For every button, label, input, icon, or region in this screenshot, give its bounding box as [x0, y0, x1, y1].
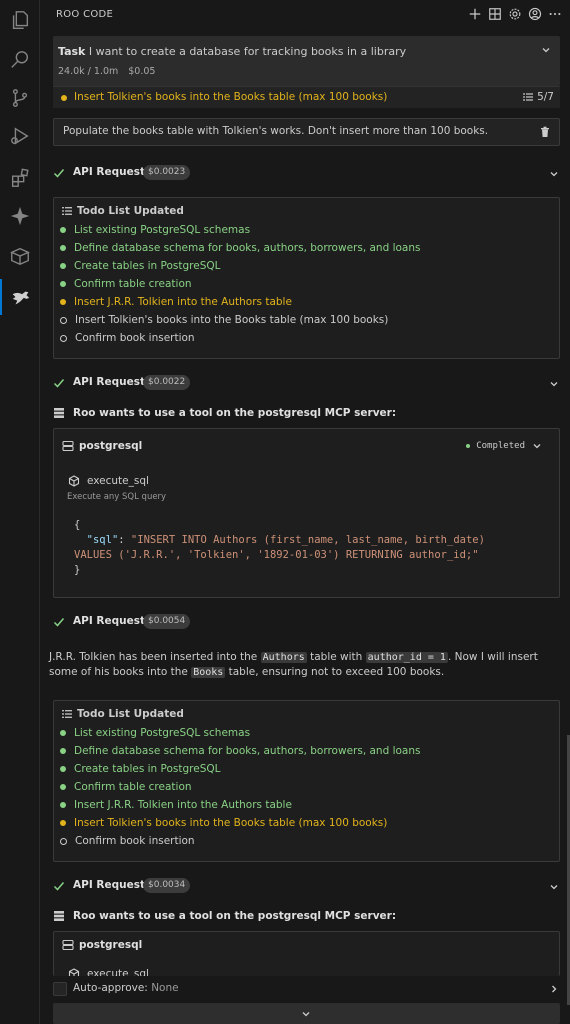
source-control-icon[interactable]: [0, 80, 40, 116]
todo-item: Insert Tolkien's books into the Books ta…: [60, 814, 387, 832]
tool-name: execute_sql: [68, 475, 149, 487]
chevron-down-icon[interactable]: [548, 881, 560, 893]
todo-list-header: Todo List Updated: [62, 205, 184, 217]
cube-icon: [68, 475, 80, 487]
check-icon: [53, 379, 65, 388]
task-cost: $0.05: [128, 66, 156, 77]
user-message-text: Populate the books table with Tolkien's …: [63, 125, 489, 137]
cost-badge: $0.0034: [143, 878, 191, 893]
api-request-row[interactable]: API Request $0.0022: [53, 373, 560, 393]
mcp-server-name: postgresql: [62, 440, 142, 452]
roo-code-icon[interactable]: [0, 279, 40, 315]
todo-item: Create tables in PostgreSQL: [60, 257, 221, 275]
todo-list-header: Todo List Updated: [62, 708, 184, 720]
todo-item: Define database schema for books, author…: [60, 239, 421, 257]
server-icon: [54, 408, 64, 418]
api-request-row[interactable]: API Request $0.0023: [53, 163, 560, 183]
status-dot: [466, 444, 471, 448]
api-request-row[interactable]: API Request $0.0054: [53, 612, 560, 632]
mcp-status[interactable]: Completed: [466, 440, 543, 452]
todo-item: Insert J.R.R. Tolkien into the Authors t…: [60, 293, 292, 311]
panel-title: ROO CODE: [56, 9, 114, 20]
mcp-server-name: postgresql: [62, 939, 142, 951]
check-icon: [53, 169, 65, 178]
list-icon: [62, 710, 72, 718]
check-icon: [53, 882, 65, 891]
todo-item: Confirm book insertion: [60, 832, 195, 850]
cube-icon: [68, 968, 80, 976]
mcp-tool-request-label: Roo wants to use a tool on the postgresq…: [53, 407, 396, 419]
list-icon: [523, 93, 534, 101]
api-request-row[interactable]: API Request $0.0034: [53, 876, 560, 896]
cost-badge: $0.0023: [143, 165, 191, 180]
todo-item: List existing PostgreSQL schemas: [60, 221, 250, 239]
assistant-message: J.R.R. Tolkien has been inserted into th…: [49, 651, 538, 678]
todo-item: Confirm book insertion: [60, 329, 195, 347]
user-message: Populate the books table with Tolkien's …: [53, 118, 560, 146]
more-icon[interactable]: [548, 7, 562, 21]
todo-progress: 5/7: [523, 91, 554, 103]
roo-code-panel: ROO CODE Task I want to create a databas…: [41, 0, 570, 1024]
todo-item: Confirm table creation: [60, 778, 192, 796]
auto-approve-bar[interactable]: Auto-approve: None: [53, 980, 560, 998]
todo-item: Insert J.R.R. Tolkien into the Authors t…: [60, 796, 292, 814]
check-icon: [53, 618, 65, 627]
chevron-down-icon[interactable]: [548, 168, 560, 180]
cost-badge: $0.0054: [143, 614, 191, 629]
todo-item: Create tables in PostgreSQL: [60, 760, 221, 778]
mcp-tool-box: postgresql execute_sql: [53, 931, 560, 976]
todo-item: List existing PostgreSQL schemas: [60, 724, 250, 742]
task-header[interactable]: Task I want to create a database for tra…: [53, 36, 560, 86]
todo-item: Define database schema for books, author…: [60, 742, 421, 760]
todo-list-box: Todo List Updated List existing PostgreS…: [53, 197, 560, 359]
tool-description: Execute any SQL query: [67, 492, 167, 502]
explorer-icon[interactable]: [0, 2, 40, 38]
tool-name: execute_sql: [68, 968, 149, 976]
account-icon[interactable]: [528, 7, 542, 21]
auto-approve-checkbox[interactable]: [53, 982, 67, 996]
chevron-down-icon[interactable]: [540, 44, 552, 56]
run-debug-icon[interactable]: [0, 118, 40, 154]
trash-icon[interactable]: [539, 126, 551, 138]
chevron-down-icon: [302, 1012, 310, 1017]
scroll-to-bottom-button[interactable]: [53, 1003, 560, 1024]
chevron-down-icon[interactable]: [531, 440, 543, 452]
chevron-right-icon[interactable]: [548, 983, 560, 995]
task-meta: 24.0k / 1.0m $0.05: [58, 66, 155, 77]
api-request-label: API Request: [73, 615, 145, 627]
list-icon: [62, 207, 72, 215]
server-icon: [54, 911, 64, 921]
search-icon[interactable]: [0, 42, 40, 78]
todo-item: Insert Tolkien's books into the Books ta…: [60, 311, 388, 329]
mcp-tool-request-label: Roo wants to use a tool on the postgresq…: [53, 910, 396, 922]
token-count: 24.0k / 1.0m: [58, 66, 119, 77]
current-todo-text: Insert Tolkien's books into the Books ta…: [74, 91, 388, 103]
api-request-label: API Request: [73, 376, 145, 388]
plus-icon[interactable]: [468, 7, 482, 21]
auto-approve-label: Auto-approve: None: [73, 982, 179, 994]
todo-item: Confirm table creation: [60, 275, 192, 293]
task-title: Task I want to create a database for tra…: [58, 45, 407, 58]
cost-badge: $0.0022: [143, 375, 191, 390]
settings-icon[interactable]: [508, 7, 522, 21]
sparkle-icon[interactable]: [0, 198, 40, 234]
in-progress-dot: [61, 95, 67, 101]
todo-list-box: Todo List Updated List existing PostgreS…: [53, 700, 560, 862]
tool-arguments: { "sql": "INSERT INTO Authors (first_nam…: [74, 519, 485, 576]
activity-bar: [0, 0, 40, 1024]
api-request-label: API Request: [73, 879, 145, 891]
server-icon: [62, 939, 74, 951]
chevron-down-icon[interactable]: [548, 378, 560, 390]
extensions-icon[interactable]: [0, 160, 40, 196]
mcp-tool-box: postgresql Completed execute_sql Execute…: [53, 428, 560, 598]
panel-header: ROO CODE: [41, 0, 570, 30]
history-icon[interactable]: [488, 7, 502, 21]
current-todo-bar[interactable]: Insert Tolkien's books into the Books ta…: [53, 86, 560, 108]
api-request-label: API Request: [73, 166, 145, 178]
server-icon: [62, 440, 74, 452]
package-icon[interactable]: [0, 238, 40, 274]
